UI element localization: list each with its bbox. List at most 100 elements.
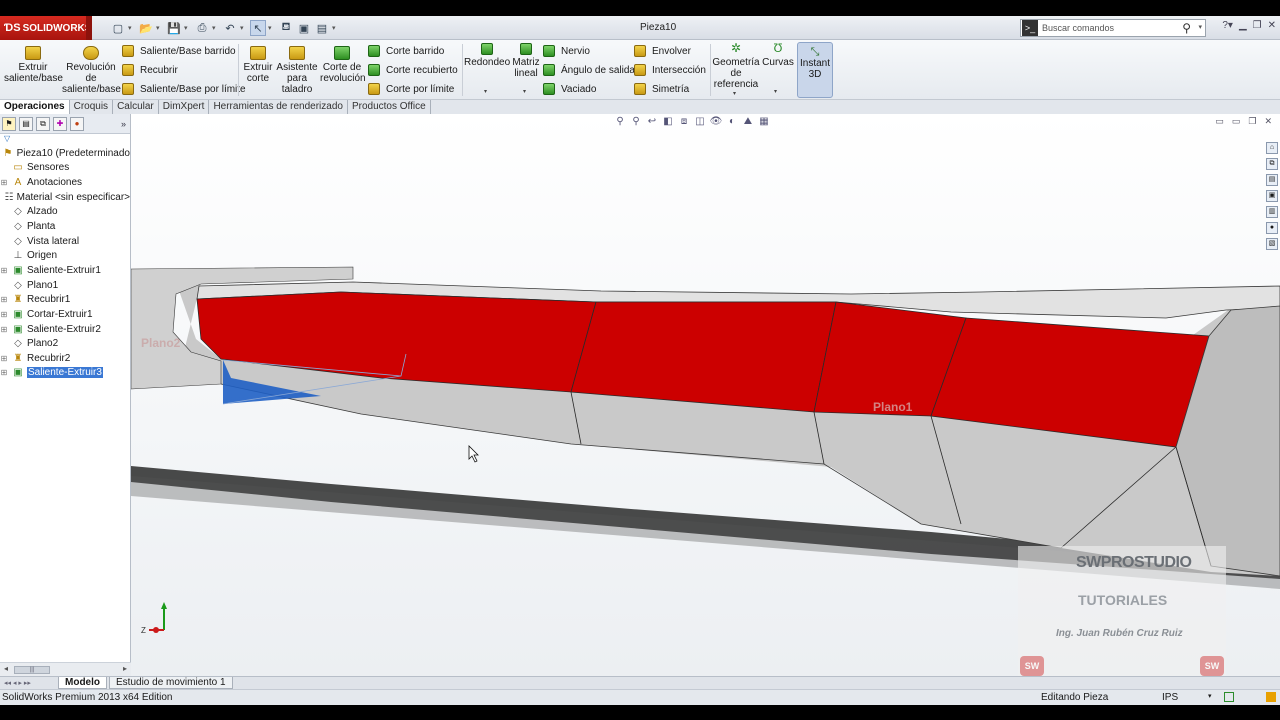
revolve-cut-button[interactable]: Corte de revolución	[320, 46, 366, 84]
notification-icon[interactable]	[1266, 692, 1276, 702]
tree-expand-icon[interactable]: ⊞	[0, 295, 8, 304]
appearances-icon[interactable]: ●	[1266, 222, 1278, 234]
draft-button[interactable]: Ángulo de salida	[543, 62, 635, 78]
tab-herramientas-renderizado[interactable]: Herramientas de renderizado	[209, 100, 348, 114]
feature-tree-item[interactable]: ⊥ Origen	[0, 248, 130, 263]
search-dropdown-icon[interactable]: ▾	[1198, 23, 1202, 31]
configuration-manager-tab-icon[interactable]: ⧉	[36, 116, 50, 131]
tab-croquis[interactable]: Croquis	[70, 100, 114, 114]
select-pointer-icon[interactable]: ↖	[250, 20, 266, 36]
solidworks-logo[interactable]: ƊS SOLIDWORKS	[0, 16, 91, 40]
swept-cut-button[interactable]: Corte barrido	[368, 43, 444, 59]
feature-tree-item[interactable]: ⊞ ♜ Recubrir2	[0, 351, 130, 366]
scene-icon[interactable]: ⛰	[741, 115, 755, 127]
design-library-icon[interactable]: ⧉	[1266, 158, 1278, 170]
scroll-right-icon[interactable]: ▸	[123, 664, 127, 673]
shell-button[interactable]: Vaciado	[543, 81, 596, 97]
view-orientation-icon[interactable]: ⧈	[677, 115, 691, 127]
boundary-boss-button[interactable]: Saliente/Base por límite	[122, 81, 246, 97]
fillet-button[interactable]: Redondeo	[464, 43, 510, 68]
scroll-thumb[interactable]: |||	[14, 666, 50, 674]
close-icon[interactable]: ✕	[1268, 20, 1276, 31]
command-search[interactable]: >_ Buscar comandos ⚲ ▾	[1020, 19, 1206, 37]
extrude-boss-button[interactable]: Extruir saliente/base	[4, 46, 63, 84]
display-style-icon[interactable]: ◫	[693, 115, 707, 127]
viewport-close-icon[interactable]: ✕	[1264, 116, 1272, 127]
tree-expand-icon[interactable]: ⊞	[0, 310, 8, 319]
feature-tree-item[interactable]: ⊞ ▣ Saliente-Extruir3	[0, 366, 130, 381]
search-folder-icon[interactable]: ▣	[1266, 190, 1278, 202]
feature-tree-item[interactable]: ◇ Alzado	[0, 205, 130, 220]
feature-tree-item[interactable]: ◇ Planta	[0, 219, 130, 234]
search-input[interactable]: Buscar comandos	[1042, 23, 1114, 33]
open-dropdown-icon[interactable]: ▾	[156, 24, 164, 32]
save-icon[interactable]: 💾	[166, 20, 182, 36]
swept-boss-button[interactable]: Saliente/Base barrido	[122, 43, 236, 59]
feature-tree-tab-icon[interactable]: ⚑	[2, 116, 16, 131]
boundary-cut-button[interactable]: Corte por límite	[368, 81, 454, 97]
pattern-dropdown-icon[interactable]: ▾	[523, 88, 526, 95]
feature-tree-item[interactable]: ⊞ ▣ Saliente-Extruir1	[0, 263, 130, 278]
file-properties-icon[interactable]: ▣	[296, 20, 312, 36]
search-icon[interactable]: ⚲	[1182, 21, 1191, 35]
view-settings-icon[interactable]: ▦	[757, 115, 771, 127]
zoom-area-icon[interactable]: ⚲	[629, 115, 643, 127]
zoom-fit-icon[interactable]: ⚲	[613, 115, 627, 127]
units-dropdown-icon[interactable]: ▾	[1208, 692, 1212, 700]
rebuild-icon[interactable]: ⛾	[278, 20, 294, 36]
undo-icon[interactable]: ↶	[222, 20, 238, 36]
print-icon[interactable]: ⎙	[194, 20, 210, 36]
tab-scroll-arrows-icon[interactable]: ◂◂ ◂ ▸ ▸▸	[0, 679, 58, 687]
tab-dimxpert[interactable]: DimXpert	[159, 100, 210, 114]
viewport-tile-icon[interactable]: ▭	[1232, 116, 1241, 127]
section-view-icon[interactable]: ◧	[661, 115, 675, 127]
feature-tree-item[interactable]: ⊞ A Anotaciones	[0, 175, 130, 190]
undo-dropdown-icon[interactable]: ▾	[240, 24, 248, 32]
tree-expand-icon[interactable]: ⊞	[0, 178, 8, 187]
help-icon[interactable]: ?▾	[1222, 20, 1233, 31]
open-folder-icon[interactable]: 📂	[138, 20, 154, 36]
options-dropdown-icon[interactable]: ▾	[332, 24, 340, 32]
property-manager-tab-icon[interactable]: ▤	[19, 116, 33, 131]
hole-wizard-button[interactable]: Asistente para taladro	[276, 46, 318, 95]
revolve-boss-button[interactable]: Revolución de saliente/base	[62, 46, 121, 95]
dimxpert-manager-tab-icon[interactable]: ✚	[53, 116, 67, 131]
feature-tree-item[interactable]: ⊞ ▣ Saliente-Extruir2	[0, 322, 130, 337]
solidworks-resources-icon[interactable]: ⌂	[1266, 142, 1278, 154]
extrude-cut-button[interactable]: Extruir corte	[242, 46, 274, 84]
curves-dropdown-icon[interactable]: ▾	[774, 88, 777, 95]
graphics-area[interactable]: Z Plano2 Plano1 ⚲ ⚲ ↩ ◧ ⧈ ◫ 👁 ◐ ⛰ ▦ ▭ ▭ …	[131, 114, 1280, 676]
mirror-button[interactable]: Simetría	[634, 81, 689, 97]
feature-tree-item[interactable]: ◇ Plano1	[0, 278, 130, 293]
reference-dropdown-icon[interactable]: ▾	[733, 90, 736, 97]
red-face-2[interactable]	[570, 301, 837, 413]
tree-expand-icon[interactable]: ⊞	[0, 354, 8, 363]
fillet-dropdown-icon[interactable]: ▾	[484, 88, 487, 95]
select-dropdown-icon[interactable]: ▾	[268, 24, 276, 32]
options-icon[interactable]: ▤	[314, 20, 330, 36]
save-dropdown-icon[interactable]: ▾	[184, 24, 192, 32]
display-manager-tab-icon[interactable]: ●	[70, 116, 84, 131]
loft-button[interactable]: Recubrir	[122, 62, 178, 78]
intersect-button[interactable]: Intersección	[634, 62, 706, 78]
minimize-icon[interactable]: ▁	[1239, 20, 1247, 31]
viewport-restore-icon[interactable]: ❐	[1248, 116, 1256, 127]
new-document-icon[interactable]: ▢	[110, 20, 126, 36]
new-dropdown-icon[interactable]: ▾	[128, 24, 136, 32]
curves-button[interactable]: Ʊ Curvas	[761, 42, 795, 68]
feature-tree-item[interactable]: ☷ Material <sin especificar>	[0, 190, 130, 205]
tree-expand-icon[interactable]: ⊞	[0, 325, 8, 334]
tab-estudio-movimiento[interactable]: Estudio de movimiento 1	[109, 677, 233, 689]
tab-modelo[interactable]: Modelo	[58, 677, 107, 689]
scroll-left-icon[interactable]: ◂	[4, 664, 8, 673]
filter-icon[interactable]: ▽	[0, 134, 130, 144]
feature-tree-item[interactable]: ⊞ ▣ Cortar-Extruir1	[0, 307, 130, 322]
feature-tree-item[interactable]: ⊞ ♜ Recubrir1	[0, 292, 130, 307]
feature-tree-item[interactable]: ◇ Plano2	[0, 336, 130, 351]
reference-geometry-button[interactable]: ✲ Geometría de referencia	[712, 42, 760, 90]
tree-expand-icon[interactable]: ⊞	[0, 368, 8, 377]
status-units[interactable]: IPS	[1162, 692, 1178, 703]
tab-productos-office[interactable]: Productos Office	[348, 100, 431, 114]
feature-tree-item[interactable]: ◇ Vista lateral	[0, 234, 130, 249]
custom-properties-icon[interactable]: ▧	[1266, 238, 1278, 250]
